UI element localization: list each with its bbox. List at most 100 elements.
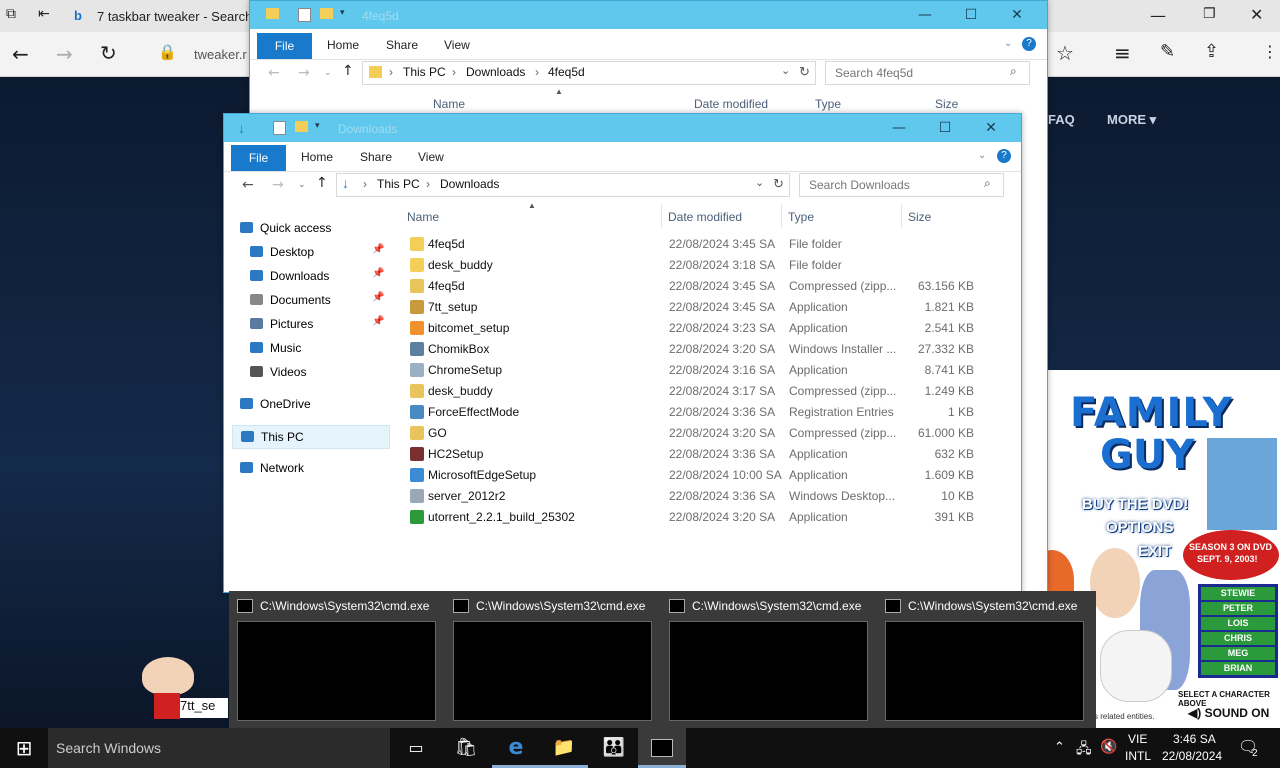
tab-home[interactable]: Home <box>301 150 333 164</box>
refresh-icon[interactable]: ↻ <box>100 41 117 65</box>
nav-item-onedrive[interactable]: OneDrive <box>232 393 388 415</box>
ribbon-expand-icon[interactable]: ⌄ <box>1004 38 1012 49</box>
crumb-downloads[interactable]: Downloads <box>440 177 499 191</box>
tab-home[interactable]: Home <box>327 38 359 52</box>
store-icon[interactable]: 🛍 <box>442 728 490 768</box>
network-icon[interactable]: 🖧 <box>1076 738 1092 762</box>
title-bar[interactable]: ▾ 4feq5d — ☐ ✕ <box>250 1 1047 29</box>
nav-item-pictures[interactable]: Pictures 📌 <box>232 313 388 335</box>
character-brian[interactable]: BRIAN <box>1201 662 1275 675</box>
maximize-button[interactable]: ☐ <box>948 1 994 29</box>
volume-muted-icon[interactable]: 🔇 <box>1100 738 1117 755</box>
forward-icon[interactable]: → <box>56 42 73 66</box>
tab-view[interactable]: View <box>444 38 470 52</box>
favorite-star-icon[interactable]: ☆ <box>1056 41 1074 65</box>
explorer-window-downloads[interactable]: ↓ ▾ Downloads — ☐ ✕ File Home Share View… <box>223 113 1022 593</box>
pin-icon[interactable]: 📌 <box>372 268 384 279</box>
file-explorer-icon[interactable]: 📁 <box>540 728 588 768</box>
file-row[interactable]: ChromeSetup 22/08/2024 3:16 SA Application… <box>396 360 984 381</box>
file-row[interactable]: 7tt_setup 22/08/2024 3:45 SA Application 1.… <box>396 297 984 318</box>
character-peter[interactable]: PETER <box>1201 602 1275 615</box>
close-icon[interactable]: ✕ <box>1250 5 1263 24</box>
tab-file[interactable]: File <box>231 145 286 171</box>
nav-item-network[interactable]: Network <box>232 457 388 479</box>
address-bar[interactable]: ↓ › This PC › Downloads ⌄ ↻ <box>336 173 790 197</box>
back-icon[interactable]: ← <box>268 65 280 81</box>
new-folder-icon[interactable] <box>320 8 333 19</box>
sound-toggle[interactable]: ◀) SOUND ON <box>1188 706 1269 720</box>
column-divider[interactable] <box>781 204 782 228</box>
pin-icon[interactable]: 📌 <box>372 316 384 327</box>
input-language[interactable]: VIE <box>1128 732 1147 746</box>
column-size[interactable]: Size <box>908 210 931 224</box>
forward-icon[interactable]: → <box>272 177 284 193</box>
minimize-icon[interactable]: — <box>1150 6 1166 25</box>
nav-item-downloads[interactable]: Downloads 📌 <box>232 265 388 287</box>
thumbnail-cmd[interactable]: C:\Windows\System32\cmd.exe <box>661 591 877 728</box>
file-row[interactable]: ChomikBox 22/08/2024 3:20 SA Windows Insta… <box>396 339 984 360</box>
column-divider[interactable] <box>901 204 902 228</box>
crumb-downloads[interactable]: Downloads <box>466 65 525 79</box>
address-bar[interactable]: › This PC › Downloads › 4feq5d ⌄ ↻ <box>362 61 816 85</box>
column-size[interactable]: Size <box>935 97 958 111</box>
crumb-this-pc[interactable]: This PC <box>377 177 420 191</box>
file-row[interactable]: desk_buddy 22/08/2024 3:18 SA File folder <box>396 255 984 276</box>
column-divider[interactable] <box>661 204 662 228</box>
pin-icon[interactable]: 📌 <box>372 292 384 303</box>
site-nav-faq[interactable]: FAQ <box>1048 112 1075 127</box>
qat-dropdown-icon[interactable]: ▾ <box>340 7 345 18</box>
show-hidden-icons-icon[interactable]: ⌃ <box>1054 739 1065 755</box>
back-icon[interactable]: ← <box>12 42 29 66</box>
file-row[interactable]: MicrosoftEdgeSetup 22/08/2024 10:00 SA App… <box>396 465 984 486</box>
refresh-icon[interactable]: ↻ <box>773 176 784 192</box>
minimize-button[interactable]: — <box>902 1 948 29</box>
set-aside-tabs-icon[interactable]: ⇤ <box>38 6 50 22</box>
character-lois[interactable]: LOIS <box>1201 617 1275 630</box>
address-dropdown-icon[interactable]: ⌄ <box>781 64 790 77</box>
file-row[interactable]: HC2Setup 22/08/2024 3:36 SA Application 632… <box>396 444 984 465</box>
file-row[interactable]: utorrent_2.2.1_build_25302 22/08/2024 3:2… <box>396 507 984 528</box>
recent-dropdown-icon[interactable]: ⌄ <box>324 67 332 78</box>
nav-item-music[interactable]: Music <box>232 337 388 359</box>
tab-view[interactable]: View <box>418 150 444 164</box>
file-row[interactable]: 4feq5d 22/08/2024 3:45 SA File folder <box>396 234 984 255</box>
help-icon[interactable]: ? <box>1022 37 1036 51</box>
close-button[interactable]: ✕ <box>994 1 1040 29</box>
qat-dropdown-icon[interactable]: ▾ <box>315 120 320 131</box>
family-guy-app-icon[interactable]: 👪 <box>590 728 638 768</box>
address-dropdown-icon[interactable]: ⌄ <box>755 176 764 189</box>
forward-icon[interactable]: → <box>298 65 310 81</box>
nav-item-videos[interactable]: Videos <box>232 361 388 383</box>
file-row[interactable]: desk_buddy 22/08/2024 3:17 SA Compressed (… <box>396 381 984 402</box>
column-date-modified[interactable]: Date modified <box>694 97 768 111</box>
file-row[interactable]: 4feq5d 22/08/2024 3:45 SA Compressed (zipp… <box>396 276 984 297</box>
clock-date[interactable]: 22/08/2024 <box>1162 749 1222 763</box>
start-windows-icon[interactable]: ⊞ <box>0 728 48 768</box>
task-view-icon[interactable]: ▭ <box>392 728 440 768</box>
restore-icon[interactable]: ❐ <box>1203 6 1216 22</box>
title-bar[interactable]: ↓ ▾ Downloads — ☐ ✕ <box>224 114 1021 142</box>
share-icon[interactable]: ⇪ <box>1204 41 1219 62</box>
edge-icon[interactable]: e <box>492 728 540 768</box>
ad-options[interactable]: OPTIONS <box>1106 519 1174 536</box>
column-date-modified[interactable]: Date modified <box>668 210 742 224</box>
file-row[interactable]: GO 22/08/2024 3:20 SA Compressed (zipp... 6… <box>396 423 984 444</box>
column-name[interactable]: Name <box>433 97 465 111</box>
refresh-icon[interactable]: ↻ <box>799 64 810 80</box>
character-meg[interactable]: MEG <box>1201 647 1275 660</box>
clock-time[interactable]: 3:46 SA <box>1173 732 1216 746</box>
minimize-button[interactable]: — <box>876 114 922 142</box>
column-type[interactable]: Type <box>788 210 814 224</box>
character-chris[interactable]: CHRIS <box>1201 632 1275 645</box>
column-type[interactable]: Type <box>815 97 841 111</box>
help-icon[interactable]: ? <box>997 149 1011 163</box>
character-stewie[interactable]: STEWIE <box>1201 587 1275 600</box>
search-box[interactable]: Search 4feq5d ⌕ <box>825 61 1030 85</box>
column-name[interactable]: Name <box>407 210 439 224</box>
ad-exit[interactable]: EXIT <box>1138 543 1171 560</box>
up-icon[interactable]: ↑ <box>342 63 354 79</box>
web-note-icon[interactable]: ✎ <box>1160 41 1175 62</box>
address-bar[interactable]: tweaker.r <box>194 47 247 62</box>
tab-list-icon[interactable]: ⧉ <box>6 6 16 22</box>
maximize-button[interactable]: ☐ <box>922 114 968 142</box>
